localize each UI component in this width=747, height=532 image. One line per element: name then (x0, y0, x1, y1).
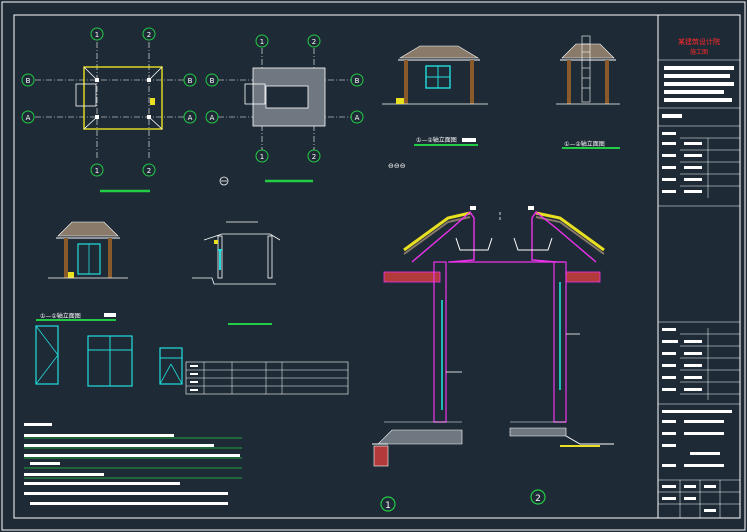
svg-text:①—②轴立面图: ①—②轴立面图 (564, 140, 605, 148)
svg-text:①—②轴立面图: ①—②轴立面图 (416, 136, 457, 144)
svg-text:B: B (26, 77, 31, 85)
left-elevation: ①—①轴立面图 (36, 221, 128, 321)
door-detail (35, 325, 59, 385)
axis-bubble-a-right: A (183, 110, 197, 124)
cad-drawing-sheet: 1 2 1 2 B A B A 1 2 1 2 B A B A ①—②轴立面图 … (1, 1, 746, 531)
axis-bubble-b-roof-right: B (350, 73, 364, 87)
svg-text:A: A (26, 114, 31, 122)
axis-bubble-b-roof-left: B (205, 73, 219, 87)
outer-frame (1, 1, 746, 531)
svg-text:A: A (210, 114, 215, 122)
axis-bubble-b-left: B (21, 73, 35, 87)
design-notes (24, 423, 242, 505)
door-window-schedule-table (185, 361, 349, 395)
svg-text:2: 2 (147, 167, 151, 175)
roof-plan (218, 48, 352, 186)
axis-bubble-a-roof-left: A (205, 110, 219, 124)
svg-text:1: 1 (95, 31, 99, 39)
side-elevation: ①—②轴立面图 (556, 35, 620, 149)
window-detail-2 (159, 347, 183, 385)
axis-bubble-2-top: 2 (142, 27, 156, 41)
svg-text:B: B (210, 77, 215, 85)
svg-text:1: 1 (385, 501, 391, 511)
axis-bubble-1-bottom: 1 (90, 163, 104, 177)
svg-text:⊖⊖⊖: ⊖⊖⊖ (388, 162, 406, 170)
axis-bubble-a-left: A (21, 110, 35, 124)
svg-text:某建筑设计院: 某建筑设计院 (678, 37, 720, 46)
svg-text:A: A (355, 114, 360, 122)
svg-text:1: 1 (95, 167, 99, 175)
svg-text:施工图: 施工图 (690, 48, 708, 56)
svg-text:2: 2 (147, 31, 151, 39)
axis-bubble-b-right: B (183, 73, 197, 87)
svg-text:①—①轴立面图: ①—①轴立面图 (40, 312, 81, 320)
svg-text:B: B (188, 77, 193, 85)
svg-text:2: 2 (535, 494, 541, 504)
svg-text:B: B (355, 77, 360, 85)
svg-text:2: 2 (312, 153, 316, 161)
axis-bubble-a-roof-right: A (350, 110, 364, 124)
axis-bubble-1-roof-bottom: 1 (255, 149, 269, 163)
axis-bubble-2-roof-top: 2 (307, 34, 321, 48)
axis-bubble-2-roof-bottom: 2 (307, 149, 321, 163)
svg-text:1: 1 (260, 153, 264, 161)
axis-bubble-2-bottom: 2 (142, 163, 156, 177)
axis-bubble-1-top: 1 (90, 27, 104, 41)
section-mark-1: 1 (380, 496, 396, 512)
section-mark-2: 2 (530, 489, 546, 505)
floor-plan-1 (35, 42, 185, 193)
small-section (192, 221, 281, 325)
main-section-drawing (372, 206, 614, 467)
front-elevation: ①—②轴立面图 ⊖⊖⊖ (382, 45, 488, 170)
title-block: 某建筑设计院 施工图 (657, 14, 741, 519)
axis-bubble-1-roof-top: 1 (255, 34, 269, 48)
svg-text:1: 1 (260, 38, 264, 46)
window-detail-1 (87, 335, 133, 387)
svg-text:2: 2 (312, 38, 316, 46)
svg-text:A: A (188, 114, 193, 122)
